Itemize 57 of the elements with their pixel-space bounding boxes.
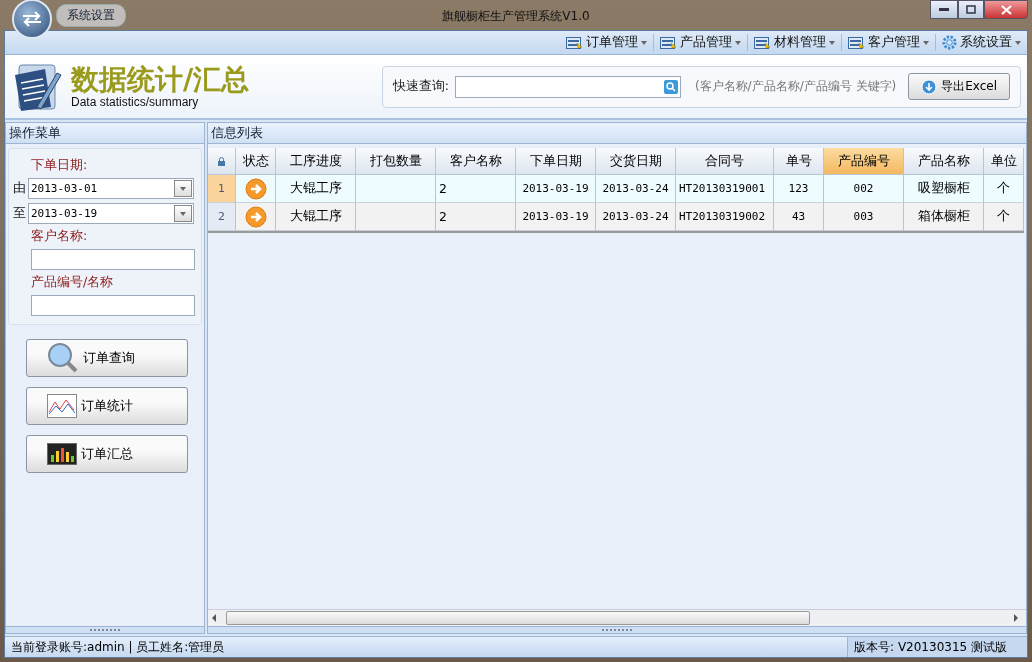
table-cell: 2 bbox=[436, 203, 516, 231]
search-label: 快速查询: bbox=[392, 78, 449, 95]
page-subtitle: Data statistics/summary bbox=[71, 94, 200, 109]
table-cell: 箱体橱柜 bbox=[904, 203, 984, 231]
column-header[interactable]: 打包数量 bbox=[356, 148, 436, 175]
table-cell: 003 bbox=[824, 203, 904, 231]
field-label: 产品编号/名称 bbox=[30, 274, 115, 291]
field-label: 由 bbox=[13, 180, 26, 197]
row-number[interactable]: 2 bbox=[208, 203, 236, 231]
table-cell: 大锟工序 bbox=[276, 203, 356, 231]
quick-access-menu[interactable]: 系统设置 bbox=[56, 3, 126, 27]
menu-item[interactable]: 订单管理 bbox=[560, 34, 653, 51]
column-header[interactable]: 工序进度 bbox=[276, 148, 356, 175]
table-cell: 002 bbox=[824, 175, 904, 203]
date-picker[interactable]: 2013-03-01 bbox=[28, 178, 194, 199]
action-button[interactable]: 订单统计 bbox=[26, 387, 188, 425]
table-cell: 2013-03-19 bbox=[516, 203, 596, 231]
menu-item[interactable]: 客户管理 bbox=[841, 34, 935, 51]
column-header[interactable]: 状态 bbox=[236, 148, 276, 175]
table-cell: 2013-03-19 bbox=[516, 175, 596, 203]
table-cell: 吸塑橱柜 bbox=[904, 175, 984, 203]
table-cell: 2013-03-24 bbox=[596, 203, 676, 231]
export-button[interactable]: 导出Excel bbox=[908, 73, 1010, 100]
version-text: 版本号: V20130315 测试版 bbox=[847, 637, 1027, 657]
column-header[interactable]: 交货日期 bbox=[596, 148, 676, 175]
table-cell: HT20130319001 bbox=[676, 175, 774, 203]
column-header[interactable]: 合同号 bbox=[676, 148, 774, 175]
table-cell: 个 bbox=[984, 175, 1024, 203]
action-button[interactable]: 订单汇总 bbox=[26, 435, 188, 473]
menu-item[interactable]: 系统设置 bbox=[935, 34, 1027, 51]
date-picker[interactable]: 2013-03-19 bbox=[28, 203, 194, 224]
window-title: 旗舰橱柜生产管理系统V1.0 bbox=[442, 8, 590, 25]
column-header[interactable]: 产品名称 bbox=[904, 148, 984, 175]
table-cell: 大锟工序 bbox=[276, 175, 356, 203]
page-title: 数据统计/汇总 bbox=[71, 64, 250, 95]
table-cell: 个 bbox=[984, 203, 1024, 231]
column-header[interactable]: 下单日期 bbox=[516, 148, 596, 175]
menu-item[interactable]: 材料管理 bbox=[747, 34, 841, 51]
column-header[interactable]: 产品编号 bbox=[824, 148, 904, 175]
column-header[interactable]: 单位 bbox=[984, 148, 1024, 175]
field-label: 客户名称: bbox=[30, 228, 89, 245]
status-text: 当前登录账号:admin | 员工姓名:管理员 bbox=[10, 638, 225, 656]
column-header[interactable]: 客户名称 bbox=[436, 148, 516, 175]
search-hint: (客户名称/产品名称/产品编号 关键字) bbox=[694, 78, 897, 95]
action-button[interactable]: 订单查询 bbox=[26, 339, 188, 377]
field-label: 至 bbox=[13, 205, 26, 222]
column-header[interactable]: 单号 bbox=[774, 148, 824, 175]
table-cell: 2013-03-24 bbox=[596, 175, 676, 203]
table-cell: 2 bbox=[436, 175, 516, 203]
table-cell: 43 bbox=[774, 203, 824, 231]
row-number[interactable]: 1 bbox=[208, 175, 236, 203]
table-cell: HT20130319002 bbox=[676, 203, 774, 231]
panel-title: 操作菜单 bbox=[6, 123, 204, 144]
field-label: 下单日期: bbox=[30, 157, 89, 174]
menu-item[interactable]: 产品管理 bbox=[653, 34, 747, 51]
table-cell: 123 bbox=[774, 175, 824, 203]
panel-title: 信息列表 bbox=[208, 123, 1026, 144]
